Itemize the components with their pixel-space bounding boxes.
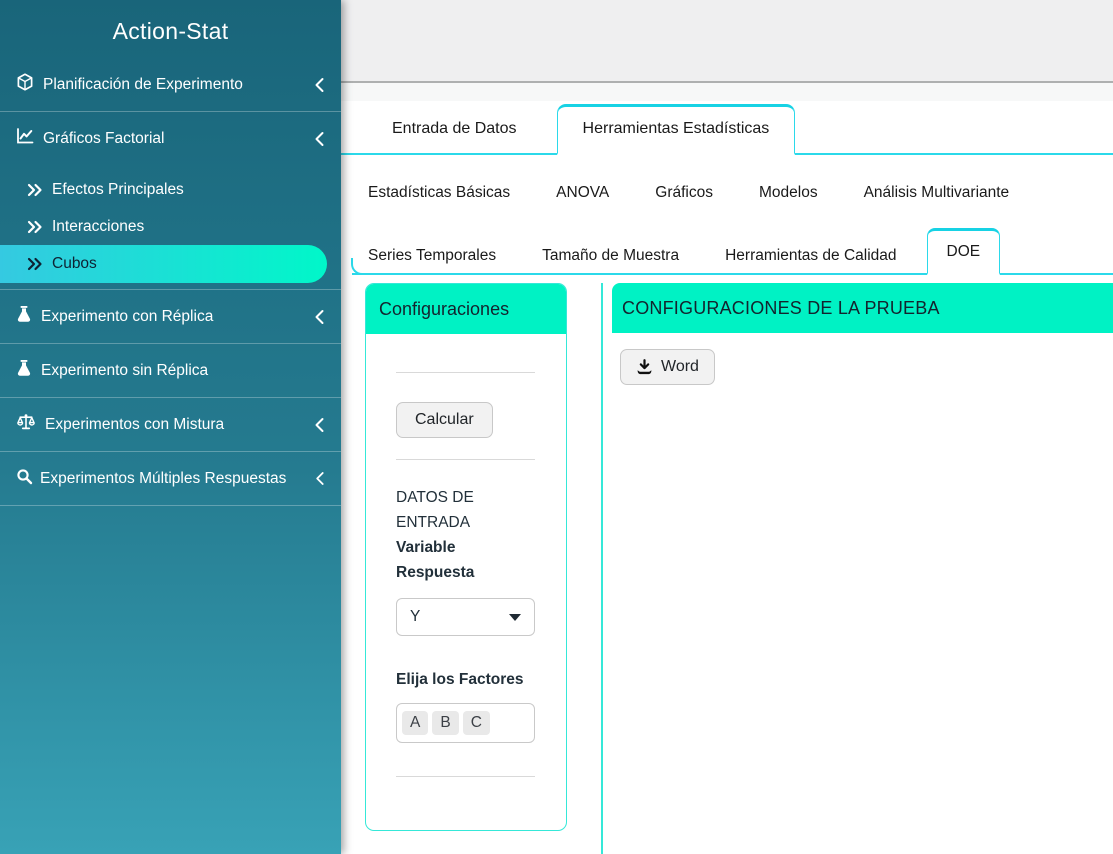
app-window: Action-Stat Planificación de Experimento… xyxy=(0,0,1113,854)
tab-herramientas-de-calidad[interactable]: Herramientas de Calidad xyxy=(709,239,912,273)
sidebar-item-label: Experimento con Réplica xyxy=(41,308,213,326)
sidebar-item-experimentos-multiples-respuestas[interactable]: Experimentos Múltiples Respuestas xyxy=(0,452,341,505)
tab-estadisticas-basicas[interactable]: Estadísticas Básicas xyxy=(352,176,526,210)
divider xyxy=(396,372,535,373)
factors-input[interactable]: A B C xyxy=(396,703,535,743)
chart-line-icon xyxy=(16,127,34,150)
double-chevron-icon xyxy=(27,220,43,234)
response-variable-value: Y xyxy=(410,608,420,626)
search-icon xyxy=(16,468,33,490)
sidebar-item-label: Experimentos Múltiples Respuestas xyxy=(40,470,286,488)
sidebar-item-experimento-con-replica[interactable]: Experimento con Réplica xyxy=(0,290,341,343)
input-data-label: DATOS DE ENTRADA xyxy=(396,485,535,535)
tab-entrada-de-datos[interactable]: Entrada de Datos xyxy=(352,105,557,153)
sidebar-subitem-interacciones[interactable]: Interacciones xyxy=(0,208,341,245)
balance-scale-icon xyxy=(16,413,36,436)
sidebar-item-experimentos-con-mistura[interactable]: Experimentos con Mistura xyxy=(0,398,341,451)
double-chevron-icon xyxy=(27,183,43,197)
factor-chip-b[interactable]: B xyxy=(432,711,458,735)
sidebar-submenu: Efectos Principales Interacciones Cubos xyxy=(0,165,341,289)
response-variable-select[interactable]: Y xyxy=(396,598,535,636)
sidebar-item-graficos-factorial[interactable]: Gráficos Factorial xyxy=(0,112,341,165)
main-tab-bar: Entrada de Datos Herramientas Estadístic… xyxy=(341,101,1113,155)
tab-anova[interactable]: ANOVA xyxy=(540,176,625,210)
sidebar-subitem-cubos-active[interactable]: Cubos xyxy=(0,245,327,283)
chevron-left-icon xyxy=(313,131,325,147)
ribbon-area xyxy=(341,0,1113,83)
flask-icon xyxy=(16,359,32,382)
calculate-button[interactable]: Calcular xyxy=(396,402,493,438)
word-button-label: Word xyxy=(661,358,699,376)
factors-label: Elija los Factores xyxy=(396,667,535,692)
config-panel: Configuraciones Calcular DATOS DE ENTRAD… xyxy=(365,283,567,831)
tools-tab-bar: Estadísticas Básicas ANOVA Gráficos Mode… xyxy=(352,176,1113,275)
divider xyxy=(396,459,535,460)
chevron-left-icon xyxy=(314,471,325,486)
sidebar-item-label: Experimentos con Mistura xyxy=(45,416,224,434)
tab-doe[interactable]: DOE xyxy=(927,228,1001,275)
sidebar-subitem-label: Efectos Principales xyxy=(52,181,184,199)
config-panel-header: Configuraciones xyxy=(366,284,566,334)
factor-chip-c[interactable]: C xyxy=(463,711,490,735)
chevron-left-icon xyxy=(313,77,325,93)
download-icon xyxy=(636,359,653,376)
sidebar-subitem-label: Interacciones xyxy=(52,218,144,236)
doe-pane: Configuraciones Calcular DATOS DE ENTRAD… xyxy=(341,283,1113,854)
chevron-left-icon xyxy=(313,417,325,433)
sidebar-item-label: Experimento sin Réplica xyxy=(41,362,208,380)
tab-series-temporales[interactable]: Series Temporales xyxy=(352,239,512,273)
results-panel: CONFIGURACIONES DE LA PRUEBA Word xyxy=(601,283,1113,854)
app-title: Action-Stat xyxy=(0,0,341,58)
tab-modelos[interactable]: Modelos xyxy=(743,176,834,210)
results-panel-header: CONFIGURACIONES DE LA PRUEBA xyxy=(612,283,1113,333)
sidebar-item-planificacion[interactable]: Planificación de Experimento xyxy=(0,58,341,111)
cube-icon xyxy=(16,73,34,96)
tab-analisis-multivariante[interactable]: Análisis Multivariante xyxy=(848,176,1026,210)
factor-chip-a[interactable]: A xyxy=(402,711,428,735)
word-export-button[interactable]: Word xyxy=(620,349,715,385)
double-chevron-icon xyxy=(27,257,43,271)
ribbon-subarea xyxy=(341,83,1113,101)
flask-icon xyxy=(16,305,32,328)
sidebar-item-label: Gráficos Factorial xyxy=(43,130,164,148)
sidebar-item-experimento-sin-replica[interactable]: Experimento sin Réplica xyxy=(0,344,341,397)
tab-graficos[interactable]: Gráficos xyxy=(639,176,729,210)
chevron-down-icon xyxy=(509,614,521,621)
tab-tamano-de-muestra[interactable]: Tamaño de Muestra xyxy=(526,239,695,273)
sidebar-subitem-label: Cubos xyxy=(52,255,97,273)
divider xyxy=(396,776,535,777)
sidebar-subitem-efectos-principales[interactable]: Efectos Principales xyxy=(0,171,341,208)
config-panel-body: Calcular DATOS DE ENTRADA Variable Respu… xyxy=(366,372,566,777)
tab-herramientas-estadisticas[interactable]: Herramientas Estadísticas xyxy=(557,104,796,155)
chevron-left-icon xyxy=(313,309,325,325)
main-content: Entrada de Datos Herramientas Estadístic… xyxy=(341,0,1113,854)
sidebar-item-label: Planificación de Experimento xyxy=(43,76,243,94)
response-variable-label: Variable Respuesta xyxy=(396,535,535,585)
sidebar: Action-Stat Planificación de Experimento… xyxy=(0,0,341,854)
